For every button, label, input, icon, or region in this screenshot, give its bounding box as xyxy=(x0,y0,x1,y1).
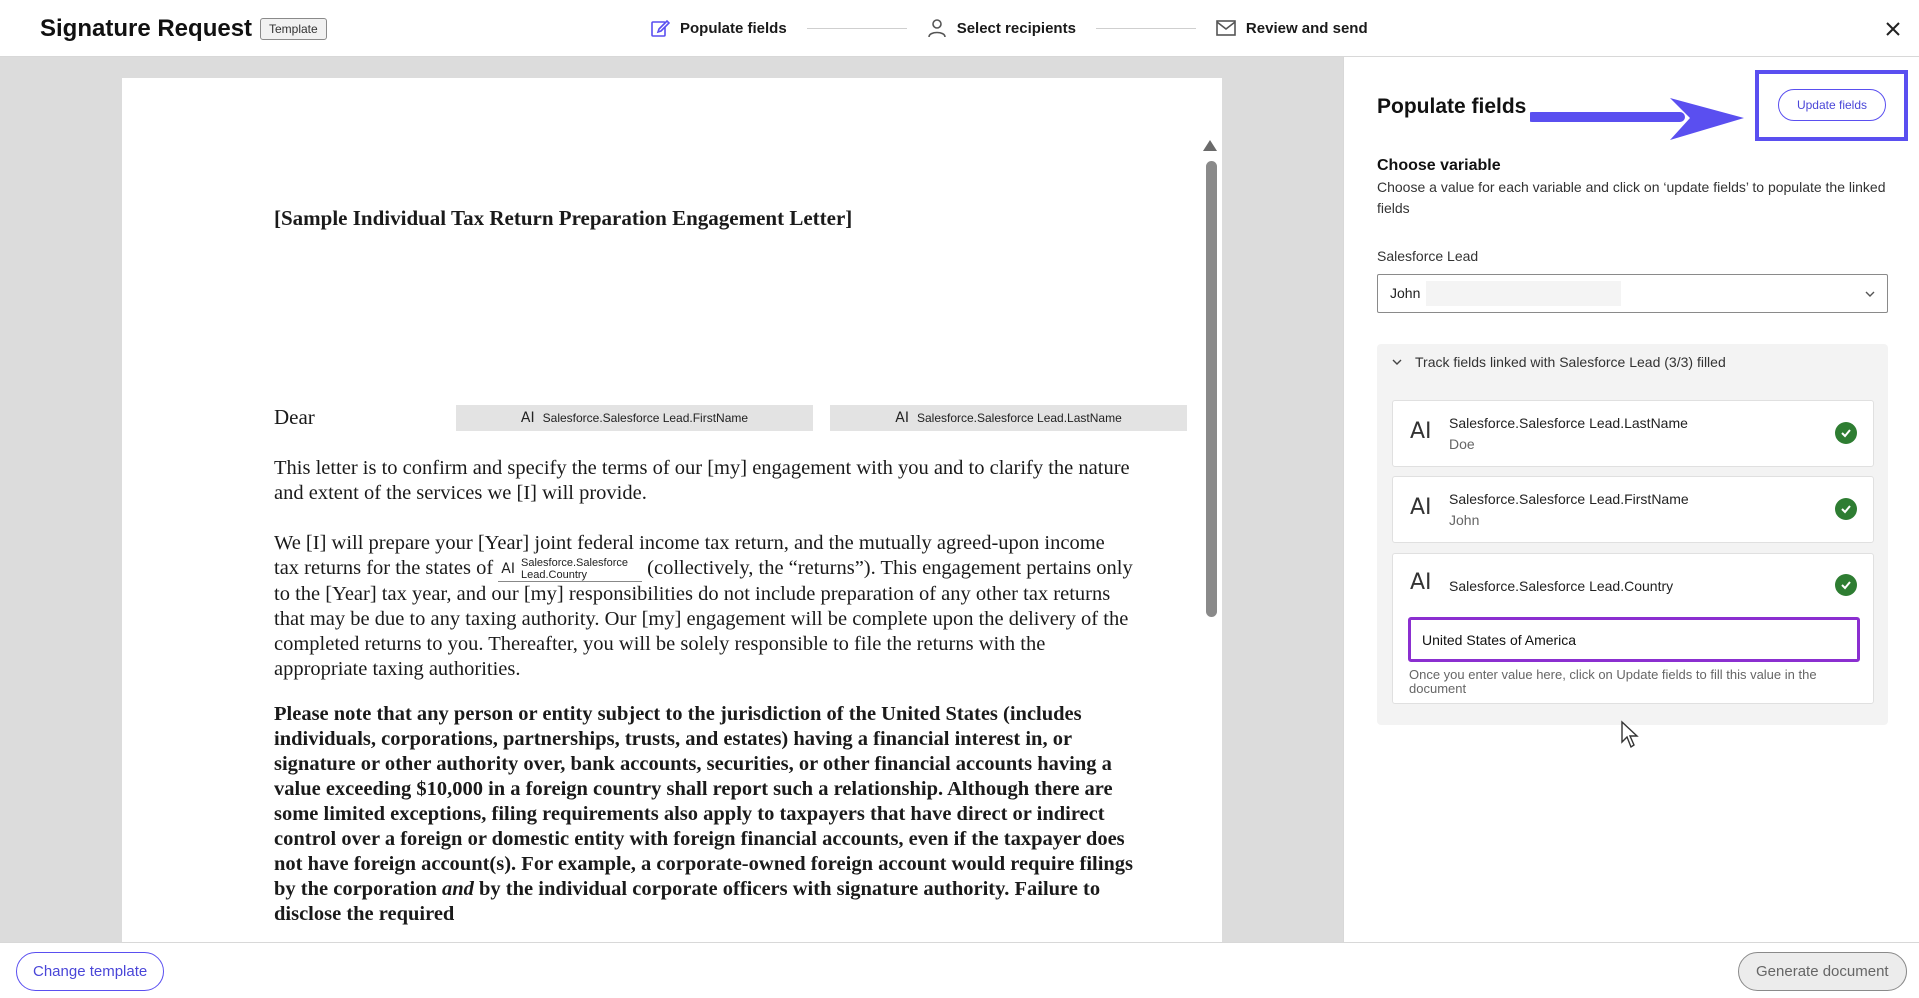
change-template-button[interactable]: Change template xyxy=(16,952,165,991)
mouse-cursor-icon xyxy=(1621,720,1639,749)
firstname-field-chip[interactable]: AI Salesforce.Salesforce Lead.FirstName xyxy=(456,405,813,431)
step-populate-fields[interactable]: Populate fields xyxy=(650,18,787,38)
field-value: Doe xyxy=(1449,436,1475,452)
lastname-field-chip[interactable]: AI Salesforce.Salesforce Lead.LastName xyxy=(830,405,1187,431)
template-badge: Template xyxy=(260,18,327,40)
salutation: Dear xyxy=(274,405,315,429)
close-button[interactable] xyxy=(1880,16,1906,42)
text-field-icon: AI xyxy=(895,410,909,426)
panel-title: Populate fields xyxy=(1377,95,1527,118)
text-field-icon: AI xyxy=(501,560,516,577)
field-name: Salesforce.Salesforce Lead.LastName xyxy=(1449,415,1688,431)
top-header: Signature Request Template Populate fiel… xyxy=(0,0,1919,57)
generate-document-button[interactable]: Generate document xyxy=(1738,952,1907,991)
country-value-input[interactable] xyxy=(1408,617,1860,662)
vertical-scrollbar[interactable] xyxy=(1206,161,1217,617)
paragraph: Please note that any person or entity su… xyxy=(274,702,1134,927)
field-card-country[interactable]: AI Salesforce.Salesforce Lead.Country On… xyxy=(1392,553,1874,704)
step-divider xyxy=(806,27,907,29)
field-chip-label: Salesforce.Salesforce Lead.Country xyxy=(521,557,628,581)
step-review-send[interactable]: Review and send xyxy=(1216,19,1368,37)
select-value: John xyxy=(1390,285,1421,301)
populate-fields-panel: Populate fields Update fields Choose var… xyxy=(1343,57,1919,942)
paragraph: This letter is to confirm and specify th… xyxy=(274,457,1130,504)
tracked-fields-toggle[interactable]: Track fields linked with Salesforce Lead… xyxy=(1391,354,1726,370)
field-chip-line: Salesforce.Salesforce xyxy=(521,556,629,569)
choose-variable-label: Choose variable xyxy=(1377,157,1501,174)
edit-icon xyxy=(651,19,670,37)
tracked-fields-section: Track fields linked with Salesforce Lead… xyxy=(1377,344,1888,725)
field-card-lastname[interactable]: AI Salesforce.Salesforce Lead.LastName D… xyxy=(1392,400,1874,467)
tracked-fields-header: Track fields linked with Salesforce Lead… xyxy=(1415,354,1726,370)
document-preview: [Sample Individual Tax Return Preparatio… xyxy=(0,57,1343,994)
field-chip-label: Salesforce.Salesforce Lead.FirstName xyxy=(542,411,749,425)
field-value: John xyxy=(1449,512,1480,528)
chevron-down-icon xyxy=(1865,291,1875,297)
scroll-up-arrow[interactable] xyxy=(1203,140,1217,151)
redacted-area xyxy=(1426,281,1621,306)
step-label: Populate fields xyxy=(680,19,787,37)
step-select-recipients[interactable]: Select recipients xyxy=(927,18,1076,38)
field-chip-label: Salesforce.Salesforce Lead.LastName xyxy=(916,411,1122,425)
choose-variable-description: Choose a value for each variable and cli… xyxy=(1377,179,1886,216)
page-title: Signature Request xyxy=(40,15,253,42)
check-circle-icon xyxy=(1835,574,1857,596)
person-icon xyxy=(927,19,946,38)
close-icon xyxy=(1886,22,1900,36)
paragraph-text: and xyxy=(441,878,474,900)
step-label: Select recipients xyxy=(956,19,1076,37)
text-field-icon: AI xyxy=(1410,419,1432,444)
country-field-chip[interactable]: AI Salesforce.Salesforce Lead.Country xyxy=(498,556,643,583)
text-field-icon: AI xyxy=(520,410,535,426)
paragraph: We [I] will prepare your [Year] joint fe… xyxy=(274,531,1134,682)
check-circle-icon xyxy=(1835,422,1857,444)
step-divider xyxy=(1095,27,1196,29)
salesforce-lead-select[interactable]: John xyxy=(1377,274,1888,313)
field-name: Salesforce.Salesforce Lead.Country xyxy=(1449,578,1674,594)
chevron-down-icon xyxy=(1392,359,1402,365)
text-field-icon: AI xyxy=(1410,495,1432,520)
envelope-icon xyxy=(1216,20,1236,36)
field-chip-line: Lead.Country xyxy=(521,568,588,581)
step-label: Review and send xyxy=(1245,19,1368,37)
check-circle-icon xyxy=(1835,498,1857,520)
text-field-icon: AI xyxy=(1410,570,1432,595)
pointer-arrow-icon xyxy=(1530,98,1744,140)
footer-bar: Change template Generate document xyxy=(0,942,1919,998)
document-heading: [Sample Individual Tax Return Preparatio… xyxy=(274,206,853,230)
salesforce-lead-label: Salesforce Lead xyxy=(1377,248,1479,264)
input-hint: Once you enter value here, click on Upda… xyxy=(1409,667,1817,696)
update-fields-button[interactable]: Update fields xyxy=(1778,89,1886,121)
paragraph-text: Please note that any person or entity su… xyxy=(274,703,1134,900)
salutation-row: Dear AI Salesforce.Salesforce Lead.First… xyxy=(274,405,1187,435)
stepper: Populate fields Select recipients Review… xyxy=(650,16,1368,40)
document-page: [Sample Individual Tax Return Preparatio… xyxy=(122,78,1222,942)
field-name: Salesforce.Salesforce Lead.FirstName xyxy=(1449,491,1689,507)
field-card-firstname[interactable]: AI Salesforce.Salesforce Lead.FirstName … xyxy=(1392,476,1874,543)
